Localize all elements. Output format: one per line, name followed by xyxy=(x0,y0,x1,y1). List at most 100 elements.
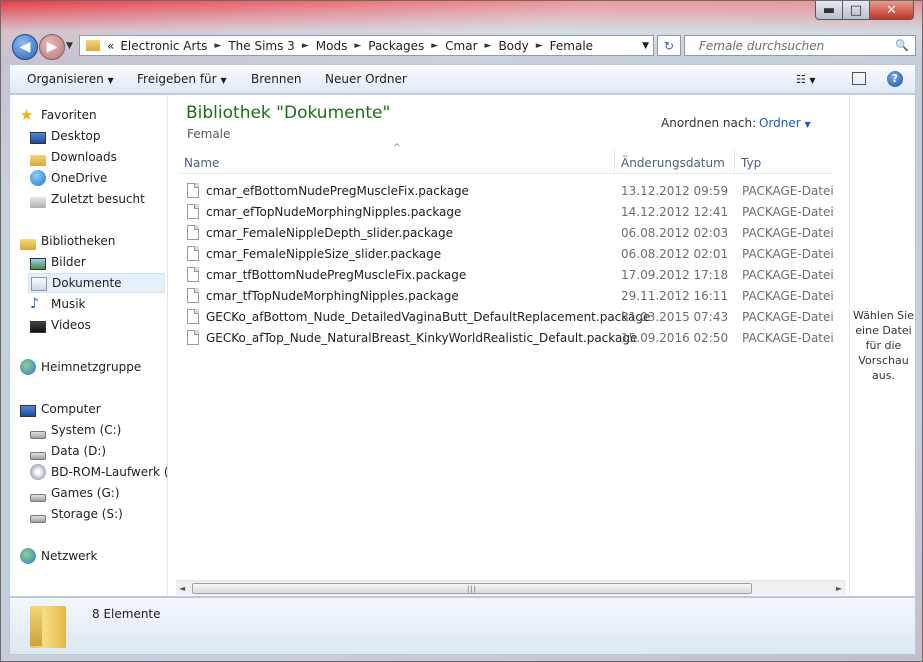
nav-item-desktop[interactable]: Desktop xyxy=(30,126,167,146)
nav-label: OneDrive xyxy=(51,171,108,185)
file-row[interactable]: cmar_efTopNudeMorphingNipples.package 14.… xyxy=(187,202,837,222)
nav-label: Heimnetzgruppe xyxy=(41,360,142,374)
file-name: cmar_tfTopNudeMorphingNipples.package xyxy=(206,289,459,303)
chevron-right-icon[interactable]: ► xyxy=(350,41,365,51)
nav-item-documents[interactable]: Dokumente xyxy=(28,273,165,293)
new-folder-button[interactable]: Neuer Ordner xyxy=(325,72,407,86)
nav-item-drive-d[interactable]: Data (D:) xyxy=(30,441,167,461)
scroll-left-icon[interactable]: ◄ xyxy=(179,584,185,593)
file-icon xyxy=(187,267,199,282)
file-type: PACKAGE-Datei xyxy=(742,310,834,324)
navigation-pane: ★ Favoriten Desktop Downloads OneDrive Zu… xyxy=(10,95,168,595)
refresh-button[interactable]: ↻ xyxy=(657,35,681,56)
breadcrumb-cmar[interactable]: Cmar xyxy=(442,39,480,53)
nav-item-onedrive[interactable]: OneDrive xyxy=(30,168,167,188)
file-row[interactable]: GECKo_afTop_Nude_NaturalBreast_KinkyWorl… xyxy=(187,328,837,348)
back-button[interactable]: ◀ xyxy=(12,34,38,60)
view-options-icon[interactable]: ☷ ▼ xyxy=(796,73,816,86)
pictures-icon xyxy=(30,258,46,270)
back-arrow-icon: ◀ xyxy=(19,39,31,55)
forward-button[interactable]: ▶ xyxy=(39,34,65,60)
nav-label: System (C:) xyxy=(51,423,122,437)
arrange-value: Ordner xyxy=(759,116,801,130)
nav-item-bd-rom[interactable]: BD-ROM-Laufwerk ( xyxy=(30,462,167,482)
nav-group-libraries[interactable]: Bibliotheken xyxy=(20,231,167,251)
nav-group-homegroup[interactable]: Heimnetzgruppe xyxy=(20,357,167,377)
column-divider[interactable] xyxy=(614,149,615,173)
preview-pane-icon[interactable] xyxy=(852,72,866,85)
nav-item-downloads[interactable]: Downloads xyxy=(30,147,167,167)
preview-pane: Wählen Sie eine Datei für die Vorschau a… xyxy=(849,95,917,595)
recent-places-icon xyxy=(30,196,46,208)
breadcrumb-body[interactable]: Body xyxy=(495,39,531,53)
dropdown-arrow-icon: ▼ xyxy=(804,120,811,129)
file-row[interactable]: GECKo_afBottom_Nude_DetailedVaginaButt_D… xyxy=(187,307,837,327)
arrange-by-label: Anordnen nach: xyxy=(661,116,757,130)
nav-group-computer[interactable]: Computer xyxy=(20,399,167,419)
dropdown-arrow-icon: ▼ xyxy=(220,76,227,85)
minimize-button[interactable]: ▬ xyxy=(815,1,843,20)
nav-item-drive-g[interactable]: Games (G:) xyxy=(30,483,167,503)
share-button[interactable]: Freigeben für ▼ xyxy=(137,72,227,86)
horizontal-scrollbar[interactable]: ◄ ||| ► xyxy=(176,580,846,595)
chevron-right-icon[interactable]: ► xyxy=(427,41,442,51)
column-headers: ^ Name Änderungsdatum Typ xyxy=(178,143,833,174)
nav-label: Games (G:) xyxy=(51,486,120,500)
recent-locations-button[interactable]: ▼ xyxy=(66,41,73,51)
nav-group-favorites[interactable]: ★ Favoriten xyxy=(20,105,167,125)
column-header-name[interactable]: Name xyxy=(184,156,219,170)
close-button[interactable]: ✕ xyxy=(869,1,914,20)
breadcrumb-electronic-arts[interactable]: Electronic Arts xyxy=(117,39,210,53)
chevron-right-icon[interactable]: ► xyxy=(298,41,313,51)
nav-item-drive-s[interactable]: Storage (S:) xyxy=(30,504,167,524)
content-area: ★ Favoriten Desktop Downloads OneDrive Zu… xyxy=(9,95,916,597)
nav-item-music[interactable]: ♪ Musik xyxy=(30,294,167,314)
breadcrumb-the-sims-3[interactable]: The Sims 3 xyxy=(225,39,297,53)
system-drive-icon xyxy=(30,431,46,439)
nav-item-pictures[interactable]: Bilder xyxy=(30,252,167,272)
address-dropdown-icon[interactable]: ▼ xyxy=(642,41,649,51)
scrollbar-thumb[interactable]: ||| xyxy=(192,583,752,594)
nav-item-drive-c[interactable]: System (C:) xyxy=(30,420,167,440)
search-icon[interactable]: 🔍 xyxy=(895,39,909,52)
nav-label: Storage (S:) xyxy=(51,507,123,521)
drive-icon xyxy=(30,515,46,523)
sort-ascending-icon: ^ xyxy=(393,143,401,153)
column-divider[interactable] xyxy=(734,149,735,173)
address-bar[interactable]: « Electronic Arts ► The Sims 3 ► Mods ► … xyxy=(79,35,654,56)
nav-label: Netzwerk xyxy=(41,549,98,563)
computer-icon xyxy=(20,405,36,417)
scroll-right-icon[interactable]: ► xyxy=(836,584,842,593)
chevron-right-icon[interactable]: ► xyxy=(481,41,496,51)
file-row[interactable]: cmar_tfTopNudeMorphingNipples.package 29.… xyxy=(187,286,837,306)
dropdown-arrow-icon: ▼ xyxy=(107,76,114,85)
maximize-button[interactable]: □ xyxy=(842,1,870,20)
nav-item-videos[interactable]: Videos xyxy=(30,315,167,335)
file-row[interactable]: cmar_tfBottomNudePregMuscleFix.package 17… xyxy=(187,265,837,285)
nav-label: Data (D:) xyxy=(51,444,107,458)
search-input[interactable] xyxy=(697,37,891,54)
breadcrumb-overflow[interactable]: « xyxy=(104,39,117,53)
file-row[interactable]: cmar_efBottomNudePregMuscleFix.package 13… xyxy=(187,181,837,201)
music-icon: ♪ xyxy=(30,296,39,312)
search-box[interactable]: 🔍 xyxy=(684,35,916,56)
chevron-right-icon[interactable]: ► xyxy=(210,41,225,51)
breadcrumb-mods[interactable]: Mods xyxy=(313,39,351,53)
nav-label: Dokumente xyxy=(52,276,122,290)
column-header-date[interactable]: Änderungsdatum xyxy=(621,156,725,170)
file-row[interactable]: cmar_FemaleNippleDepth_slider.package 06.… xyxy=(187,223,837,243)
forward-arrow-icon: ▶ xyxy=(46,39,58,55)
breadcrumb-packages[interactable]: Packages xyxy=(365,39,427,53)
nav-group-network[interactable]: Netzwerk xyxy=(20,546,167,566)
file-row[interactable]: cmar_FemaleNippleSize_slider.package 06.0… xyxy=(187,244,837,264)
burn-button[interactable]: Brennen xyxy=(251,72,301,86)
organize-button[interactable]: Organisieren ▼ xyxy=(27,72,114,86)
file-name: cmar_tfBottomNudePregMuscleFix.package xyxy=(206,268,467,282)
library-subtitle: Female xyxy=(187,127,231,141)
arrange-by-dropdown[interactable]: Ordner ▼ xyxy=(759,116,811,130)
help-icon[interactable]: ? xyxy=(887,71,903,87)
chevron-right-icon[interactable]: ► xyxy=(532,41,547,51)
breadcrumb-female[interactable]: Female xyxy=(547,39,596,53)
nav-item-recent[interactable]: Zuletzt besucht xyxy=(30,189,167,209)
column-header-type[interactable]: Typ xyxy=(741,156,761,170)
